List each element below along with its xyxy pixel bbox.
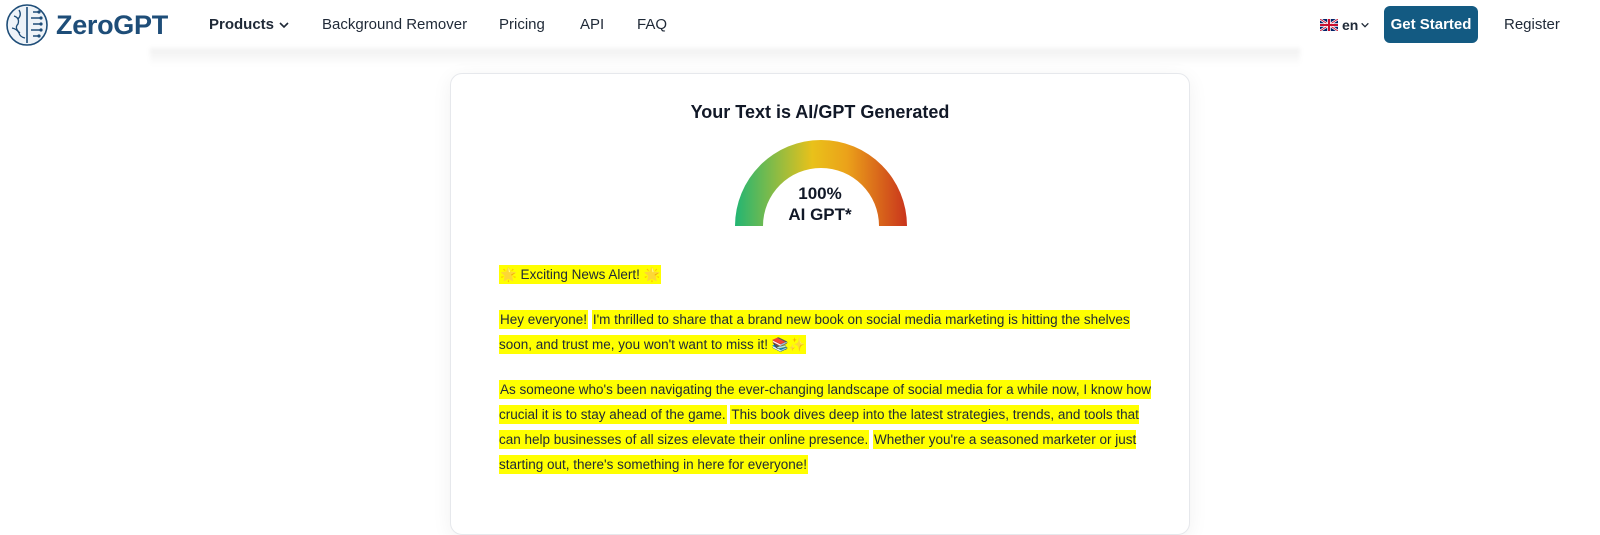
ai-score-label: AI GPT* — [788, 205, 852, 224]
uk-flag-icon — [1320, 19, 1338, 31]
text-paragraph: As someone who's been navigating the eve… — [499, 377, 1159, 477]
text-paragraph: Hey everyone! I'm thrilled to share that… — [499, 307, 1159, 357]
nav-background-remover[interactable]: Background Remover — [322, 16, 467, 33]
top-navbar: ZeroGPT Products Background Remover Pric… — [0, 0, 1600, 50]
language-code: en — [1342, 17, 1359, 33]
language-selector[interactable]: en — [1320, 17, 1370, 33]
nav-api[interactable]: API — [580, 16, 604, 33]
analyzed-text: 🌟 Exciting News Alert! 🌟 Hey everyone! I'… — [499, 262, 1159, 497]
nav-faq[interactable]: FAQ — [637, 16, 667, 33]
nav-products-label: Products — [209, 16, 275, 33]
brain-logo-icon — [6, 4, 48, 46]
logo[interactable]: ZeroGPT — [4, 2, 168, 48]
register-link[interactable]: Register — [1504, 16, 1560, 33]
get-started-button[interactable]: Get Started — [1384, 6, 1478, 43]
ai-highlighted-sentence: 🌟 Exciting News Alert! 🌟 — [499, 265, 662, 284]
result-title: Your Text is AI/GPT Generated — [690, 102, 950, 122]
chevron-down-icon — [1361, 22, 1370, 28]
nav-products[interactable]: Products — [209, 16, 290, 33]
nav-pricing[interactable]: Pricing — [499, 16, 545, 33]
result-card: Your Text is AI/GPT Generated 100% AI GP… — [450, 73, 1190, 535]
text-paragraph: 🌟 Exciting News Alert! 🌟 — [499, 262, 1159, 287]
ai-score-value: 100% — [798, 184, 842, 203]
header-shadow — [150, 48, 1300, 66]
chevron-down-icon — [279, 21, 289, 28]
ai-highlighted-sentence: I'm thrilled to share that a brand new b… — [499, 310, 1130, 354]
logo-text: ZeroGPT — [56, 9, 168, 40]
ai-highlighted-sentence: Hey everyone! — [499, 310, 589, 329]
